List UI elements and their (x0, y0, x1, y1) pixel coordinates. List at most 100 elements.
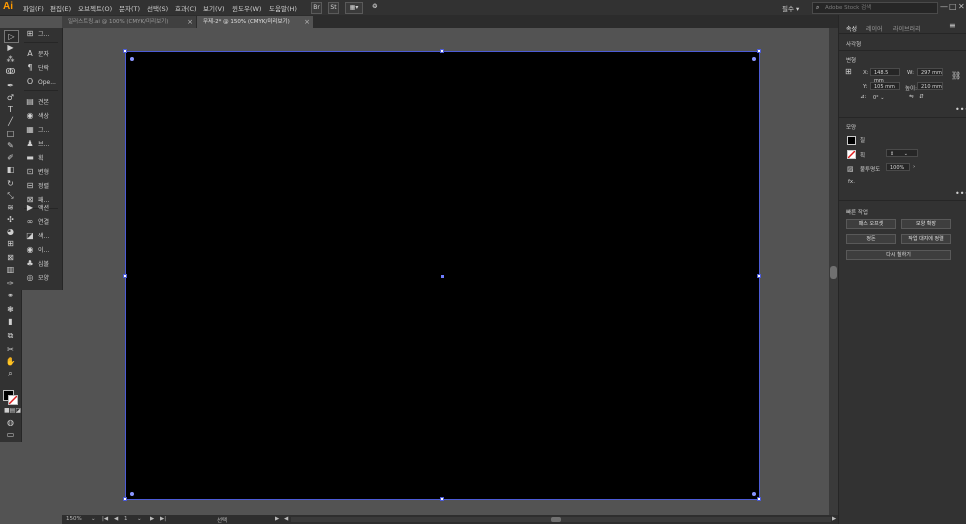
panel-align[interactable]: ⊟ 정렬 (25, 180, 49, 191)
scroll-left-icon[interactable]: ◀ (284, 516, 288, 522)
horizontal-scrollbar[interactable] (291, 517, 831, 522)
link-icon[interactable]: ⛓ (951, 71, 961, 80)
corner-widget-top-left[interactable] (130, 57, 134, 61)
next-artboard-icon[interactable]: ▶ (150, 516, 154, 522)
opacity-field[interactable]: 100% (886, 163, 910, 171)
panel-swatches[interactable]: ▤ 견본 (25, 96, 49, 107)
stroke-weight-field[interactable]: ⇕ ⌄ (886, 149, 918, 157)
tab-layers[interactable]: 레이어 (866, 24, 883, 33)
align-to-artboard-button[interactable]: 작업 대지에 정렬 (901, 234, 951, 244)
column-graph-tool-icon[interactable]: ▮ (4, 316, 17, 327)
panel-gradient[interactable]: ▦ 그... (25, 124, 49, 135)
x-field[interactable]: 148.5 mm (870, 68, 900, 84)
resize-handle-bottom-right[interactable] (757, 497, 761, 501)
menu-file[interactable]: 파일(F) (23, 3, 44, 13)
flip-horizontal-icon[interactable]: ⇋ (909, 94, 914, 100)
stroke-swatch[interactable] (847, 150, 856, 159)
menu-window[interactable]: 윈도우(W) (232, 3, 261, 13)
direct-selection-tool-icon[interactable]: ▶ (4, 42, 17, 53)
arrange-button[interactable]: 정돈 (846, 234, 896, 244)
drawing-mode-icon[interactable]: ◍ (4, 417, 17, 428)
eyedropper-tool-icon[interactable]: ✑ (4, 278, 17, 289)
shape-builder-tool-icon[interactable]: ◕ (4, 226, 17, 237)
panel-stroke[interactable]: ▬ 획 (25, 152, 43, 163)
panel-image-trace[interactable]: ◉ 이... (25, 244, 50, 255)
menu-object[interactable]: 오브젝트(O) (78, 3, 112, 13)
type-tool-icon[interactable]: T (4, 104, 17, 115)
resize-handle-bottom-left[interactable] (123, 497, 127, 501)
panel-character[interactable]: A 문자 (25, 48, 49, 59)
arrange-documents-icon[interactable]: ▦▾ (345, 2, 363, 14)
rectangle-tool-icon[interactable]: □ (4, 128, 17, 139)
reference-point-icon[interactable]: ⊞ (845, 67, 852, 76)
color-mode-icon[interactable]: ■▤◪ (4, 405, 21, 416)
hand-tool-icon[interactable]: ✋ (4, 356, 17, 367)
panel-graphic-styles[interactable]: ⊞ 그... (25, 28, 50, 39)
menu-help[interactable]: 도움말(H) (269, 3, 297, 13)
screen-mode-icon[interactable]: ▭ (4, 429, 17, 440)
panel-paragraph[interactable]: ¶ 단락 (25, 62, 49, 73)
chevron-right-icon[interactable]: › (913, 164, 915, 170)
fill-swatch[interactable] (847, 136, 856, 145)
horizontal-scroll-thumb[interactable] (551, 517, 561, 522)
stock-button[interactable]: St (328, 2, 339, 14)
tab-illustration-doc[interactable]: 일러스트링.ai @ 100% (CMYK/미리보기) × (62, 16, 196, 28)
more-options-icon[interactable]: ••• (955, 105, 966, 114)
panel-menu-icon[interactable]: ≡ (949, 21, 956, 30)
menu-view[interactable]: 보기(V) (203, 3, 224, 13)
corner-widget-top-right[interactable] (752, 57, 756, 61)
panel-color[interactable]: ◉ 색상 (25, 110, 50, 121)
panel-symbols[interactable]: ♣ 심볼 (25, 258, 49, 269)
panel-links[interactable]: ∞ 연결 (25, 216, 49, 227)
menu-edit[interactable]: 편집(E) (50, 3, 71, 13)
menu-select[interactable]: 선택(S) (147, 3, 168, 13)
panel-opentype[interactable]: O Ope... (25, 76, 56, 87)
more-options-icon[interactable]: ••• (955, 189, 966, 198)
last-artboard-icon[interactable]: ▶| (160, 516, 166, 522)
vertical-scroll-thumb[interactable] (830, 266, 837, 279)
width-field[interactable]: 297 mm (917, 68, 943, 76)
close-window-button[interactable]: ✕ (958, 2, 965, 11)
first-artboard-icon[interactable]: |◀ (102, 516, 108, 522)
resize-handle-right[interactable] (757, 274, 761, 278)
magic-wand-tool-icon[interactable]: ⁂ (4, 54, 17, 65)
paintbrush-tool-icon[interactable]: ✎ (4, 140, 17, 151)
panel-actions[interactable]: ▶ 액션 (25, 202, 49, 213)
gradient-tool-icon[interactable]: ▥ (4, 264, 17, 275)
curvature-tool-icon[interactable]: ♂ (4, 92, 17, 103)
stroke-color-swatch[interactable] (8, 395, 18, 405)
angle-field[interactable]: 0° ⌄ (870, 94, 896, 102)
y-field[interactable]: 105 mm (870, 82, 900, 90)
chevron-down-icon[interactable]: ⌄ (91, 516, 96, 522)
eraser-tool-icon[interactable]: ◧ (4, 164, 17, 175)
shaper-tool-icon[interactable]: ✐ (4, 152, 17, 163)
rotate-tool-icon[interactable]: ↻ (4, 178, 17, 189)
gpu-performance-icon[interactable]: ❂ (370, 2, 380, 12)
minimize-button[interactable]: — (940, 2, 948, 11)
panel-appearance[interactable]: ◎ 모양 (25, 272, 50, 283)
scale-tool-icon[interactable]: ⤡ (4, 190, 17, 201)
blend-tool-icon[interactable]: ⚭ (4, 290, 17, 301)
menu-effect[interactable]: 효과(C) (175, 3, 197, 13)
symbol-sprayer-tool-icon[interactable]: ❃ (4, 304, 17, 315)
scroll-right-icon[interactable]: ▶ (832, 516, 836, 522)
tab-untitled-2[interactable]: 무제-2* @ 150% (CMYK/미리보기) × (197, 16, 313, 28)
panel-brushes[interactable]: ♟ 브... (25, 138, 49, 149)
zoom-level[interactable]: 150% (66, 516, 82, 522)
lasso-tool-icon[interactable]: ↂ (4, 66, 17, 77)
previous-artboard-icon[interactable]: ◀ (114, 516, 118, 522)
artboard-number[interactable]: 1 (124, 516, 128, 522)
fx-button[interactable]: fx. (848, 179, 855, 185)
puppet-warp-tool-icon[interactable]: ✣ (4, 214, 17, 225)
corner-widget-bottom-left[interactable] (130, 492, 134, 496)
offset-path-button[interactable]: 패스 오프셋 (846, 219, 896, 229)
perspective-grid-tool-icon[interactable]: ⊞ (4, 238, 17, 249)
maximize-button[interactable]: □ (949, 2, 957, 11)
resize-handle-top-right[interactable] (757, 49, 761, 53)
resize-handle-left[interactable] (123, 274, 127, 278)
height-field[interactable]: 210 mm (917, 82, 943, 90)
tab-libraries[interactable]: 라이브러리 (893, 24, 921, 33)
panel-transform[interactable]: ⊡ 변형 (25, 166, 49, 177)
pen-tool-icon[interactable]: ✒ (4, 80, 17, 91)
resize-handle-top[interactable] (440, 49, 444, 53)
